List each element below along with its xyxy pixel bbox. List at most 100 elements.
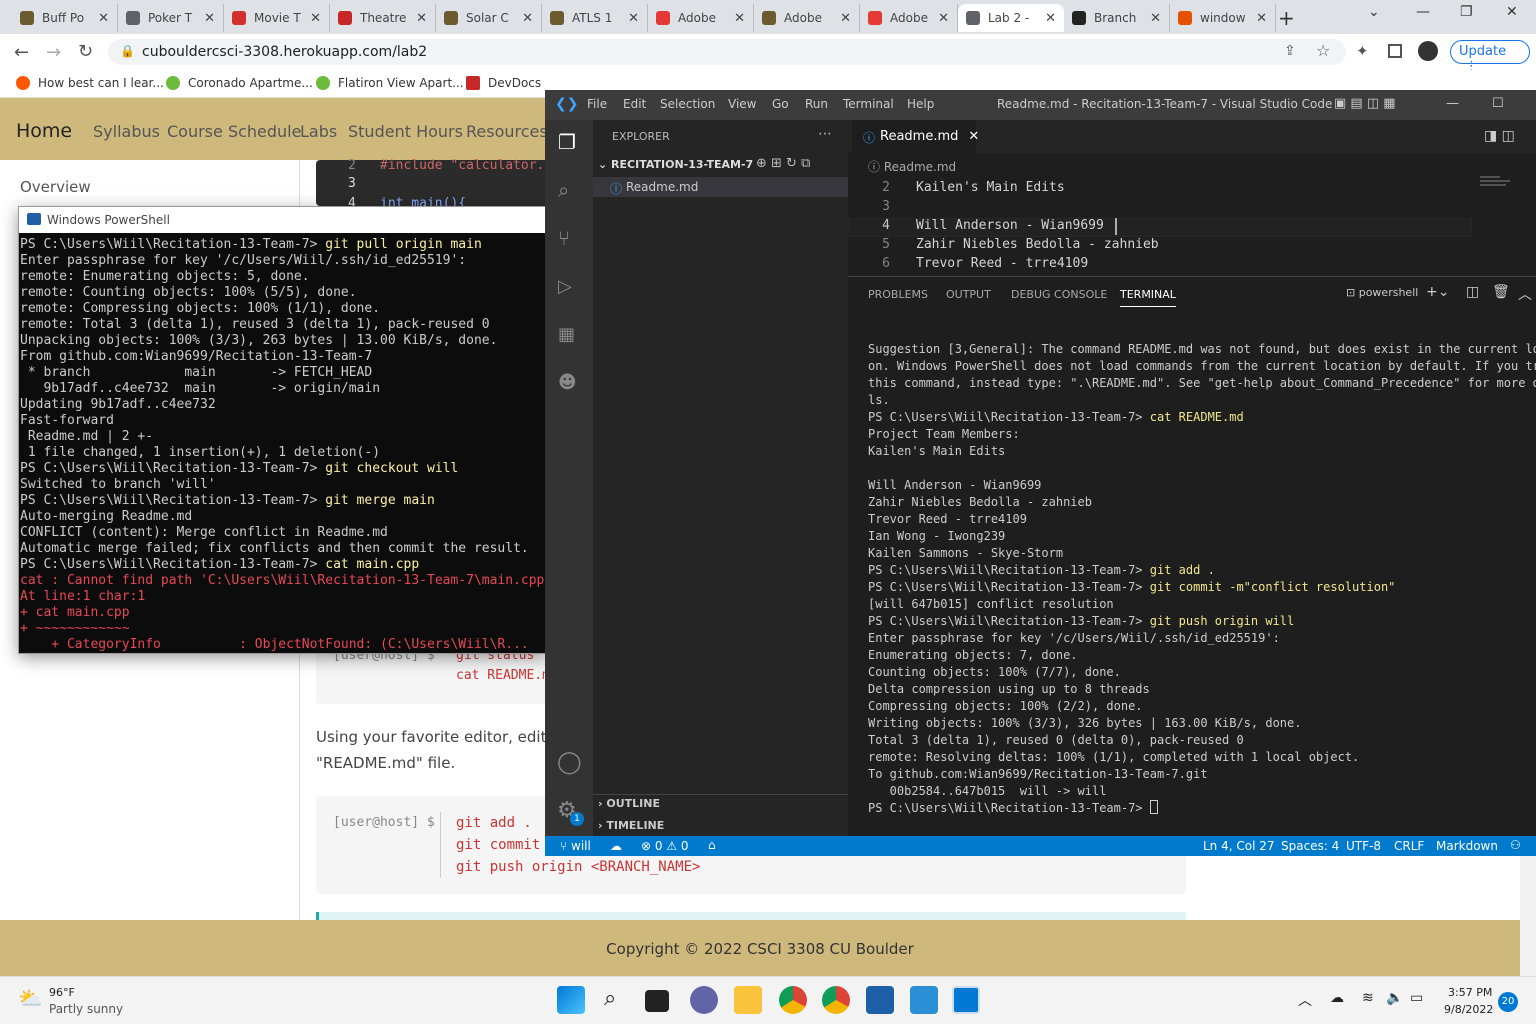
- sidepanel-icon[interactable]: [1388, 44, 1402, 58]
- layout-icons[interactable]: ▣ ▤ ◫ ▦: [1334, 96, 1396, 111]
- powershell-output[interactable]: PS C:\Users\Wiil\Recitation-13-Team-7> g…: [19, 233, 547, 653]
- nav-labs[interactable]: Labs: [300, 122, 337, 141]
- source-control-icon[interactable]: ⑂: [558, 226, 570, 250]
- cursor-position[interactable]: Ln 4, Col 27: [1203, 839, 1275, 853]
- tab-close-icon[interactable]: ✕: [628, 11, 639, 26]
- run-debug-icon[interactable]: ▷: [558, 276, 572, 297]
- weather-icon[interactable]: ⛅: [18, 986, 43, 1010]
- task-view-icon[interactable]: [645, 990, 669, 1012]
- minimap[interactable]: [1480, 174, 1536, 198]
- tab-search-icon[interactable]: ⌄: [1368, 4, 1380, 20]
- file-explorer-icon[interactable]: [734, 986, 762, 1014]
- editor-line[interactable]: 2 Kailen's Main Edits: [848, 180, 1065, 195]
- new-terminal-icon[interactable]: +⌄: [1426, 284, 1449, 300]
- menu-go[interactable]: Go: [772, 97, 789, 111]
- menu-file[interactable]: File: [587, 97, 607, 111]
- clock-time[interactable]: 3:57 PM: [1448, 986, 1492, 999]
- menu-edit[interactable]: Edit: [623, 97, 646, 111]
- bookmark-item[interactable]: DevDocs: [466, 76, 541, 90]
- menu-terminal[interactable]: Terminal: [843, 97, 894, 111]
- bookmark-item[interactable]: Coronado Apartme...: [166, 76, 313, 90]
- tab-close-icon[interactable]: ✕: [522, 11, 533, 26]
- weather-temp[interactable]: 96°F: [49, 986, 75, 999]
- panel-tab-output[interactable]: OUTPUT: [946, 288, 991, 301]
- browser-tab[interactable]: Solar C ✕: [436, 4, 542, 32]
- tab-close-icon[interactable]: ✕: [416, 11, 427, 26]
- encoding[interactable]: UTF-8: [1346, 839, 1381, 853]
- tab-close-icon[interactable]: ✕: [1045, 11, 1056, 26]
- explorer-more-icon[interactable]: ⋯: [818, 126, 832, 142]
- url-text[interactable]: cubouldercsci-3308.herokuapp.com/lab2: [142, 44, 427, 60]
- menu-view[interactable]: View: [728, 97, 756, 111]
- bookmark-star-icon[interactable]: ☆: [1316, 41, 1330, 60]
- timeline-section[interactable]: › TIMELINE: [598, 819, 664, 832]
- tab-close-icon[interactable]: ✕: [204, 11, 215, 26]
- weather-desc[interactable]: Partly sunny: [49, 1002, 123, 1016]
- browser-tab[interactable]: ATLS 1 ✕: [542, 4, 648, 32]
- nav-home[interactable]: Home: [16, 120, 72, 142]
- tab-close-icon[interactable]: ✕: [840, 11, 851, 26]
- terminal-shell-selector[interactable]: ⊡ powershell: [1346, 286, 1418, 299]
- outline-section[interactable]: › OUTLINE: [598, 797, 660, 810]
- chrome-profile-icon[interactable]: [822, 986, 850, 1014]
- eol[interactable]: CRLF: [1394, 839, 1424, 853]
- search-taskbar-icon[interactable]: ⌕: [604, 986, 616, 1011]
- browser-tab[interactable]: Adobe ✕: [754, 4, 860, 32]
- update-button[interactable]: Update ⋮: [1450, 40, 1530, 74]
- panel-tab-terminal[interactable]: TERMINAL: [1120, 288, 1176, 307]
- alien-extension-icon[interactable]: ☻: [558, 372, 577, 393]
- chrome-icon[interactable]: [779, 986, 807, 1014]
- tab-close-icon[interactable]: ✕: [734, 11, 745, 26]
- bookmark-item[interactable]: How best can I lear...: [16, 76, 164, 90]
- editor-line[interactable]: 6 Trevor Reed - trre4109: [848, 256, 1088, 271]
- lock-icon[interactable]: 🔒: [120, 44, 135, 58]
- reload-icon[interactable]: ↻: [78, 41, 93, 62]
- vscode-taskbar-icon[interactable]: [952, 986, 980, 1014]
- powershell-window[interactable]: Windows PowerShell PS C:\Users\Wiil\Reci…: [18, 206, 548, 654]
- browser-tab[interactable]: Lab 2 - ✕: [958, 4, 1064, 32]
- folder-header[interactable]: ⌄ RECITATION-13-TEAM-7: [598, 158, 753, 171]
- menu-selection[interactable]: Selection: [660, 97, 715, 111]
- browser-tab[interactable]: Branch ✕: [1064, 4, 1170, 32]
- extensions-icon[interactable]: ▦: [558, 324, 575, 345]
- editor-line[interactable]: 4 Will Anderson - Wian9699: [848, 218, 1104, 233]
- bookmark-item[interactable]: Flatiron View Apart...: [316, 76, 464, 90]
- close-tab-icon[interactable]: ✕: [968, 129, 979, 144]
- sync-icon[interactable]: ☁: [610, 839, 622, 853]
- close-window-button[interactable]: ✕: [1506, 4, 1518, 20]
- trash-icon[interactable]: 🗑: [1492, 284, 1510, 300]
- nav-resources[interactable]: Resources: [466, 122, 548, 141]
- powershell-taskbar-icon[interactable]: [866, 986, 894, 1014]
- browser-tab[interactable]: Buff Po ✕: [12, 4, 118, 32]
- tray-chevron-icon[interactable]: ︿: [1298, 990, 1312, 1010]
- terminal-output[interactable]: Suggestion [3,General]: The command READ…: [868, 341, 1536, 821]
- tab-close-icon[interactable]: ✕: [98, 11, 109, 26]
- menu-help[interactable]: Help: [907, 97, 934, 111]
- panel-tab-problems[interactable]: PROBLEMS: [868, 288, 928, 301]
- browser-tab[interactable]: Adobe ✕: [648, 4, 754, 32]
- tab-close-icon[interactable]: ✕: [938, 11, 949, 26]
- clock-date[interactable]: 9/8/2022: [1444, 1003, 1493, 1016]
- browser-tab[interactable]: Adobe ✕: [860, 4, 958, 32]
- sidebar-overview[interactable]: Overview: [20, 178, 91, 196]
- search-icon[interactable]: ⌕: [558, 178, 569, 202]
- explorer-actions[interactable]: ⊕ ⊞ ↻ ⧉: [756, 156, 810, 171]
- notepad-icon[interactable]: [910, 986, 938, 1014]
- back-arrow-icon[interactable]: ←: [14, 42, 29, 63]
- wifi-icon[interactable]: ≋: [1362, 990, 1374, 1006]
- browser-tab[interactable]: window ✕: [1170, 4, 1276, 32]
- restore-button[interactable]: ❐: [1460, 4, 1473, 20]
- editor-line[interactable]: 5 Zahir Niebles Bedolla - zahnieb: [848, 237, 1158, 252]
- account-icon[interactable]: ◯: [557, 750, 582, 775]
- home-icon[interactable]: ⌂: [708, 838, 716, 852]
- editor-line[interactable]: 3: [848, 199, 916, 214]
- tab-close-icon[interactable]: ✕: [310, 11, 321, 26]
- minimize-button[interactable]: —: [1416, 4, 1430, 20]
- nav-student-hours[interactable]: Student Hours: [348, 122, 463, 141]
- extensions-icon[interactable]: ✦: [1356, 42, 1369, 60]
- forward-arrow-icon[interactable]: →: [46, 42, 61, 63]
- volume-icon[interactable]: 🔈: [1386, 990, 1403, 1006]
- breadcrumb[interactable]: ⓘ Readme.md: [868, 158, 956, 175]
- battery-icon[interactable]: ▭: [1410, 990, 1423, 1006]
- split-editor-icon[interactable]: ◨ ◫: [1484, 128, 1515, 144]
